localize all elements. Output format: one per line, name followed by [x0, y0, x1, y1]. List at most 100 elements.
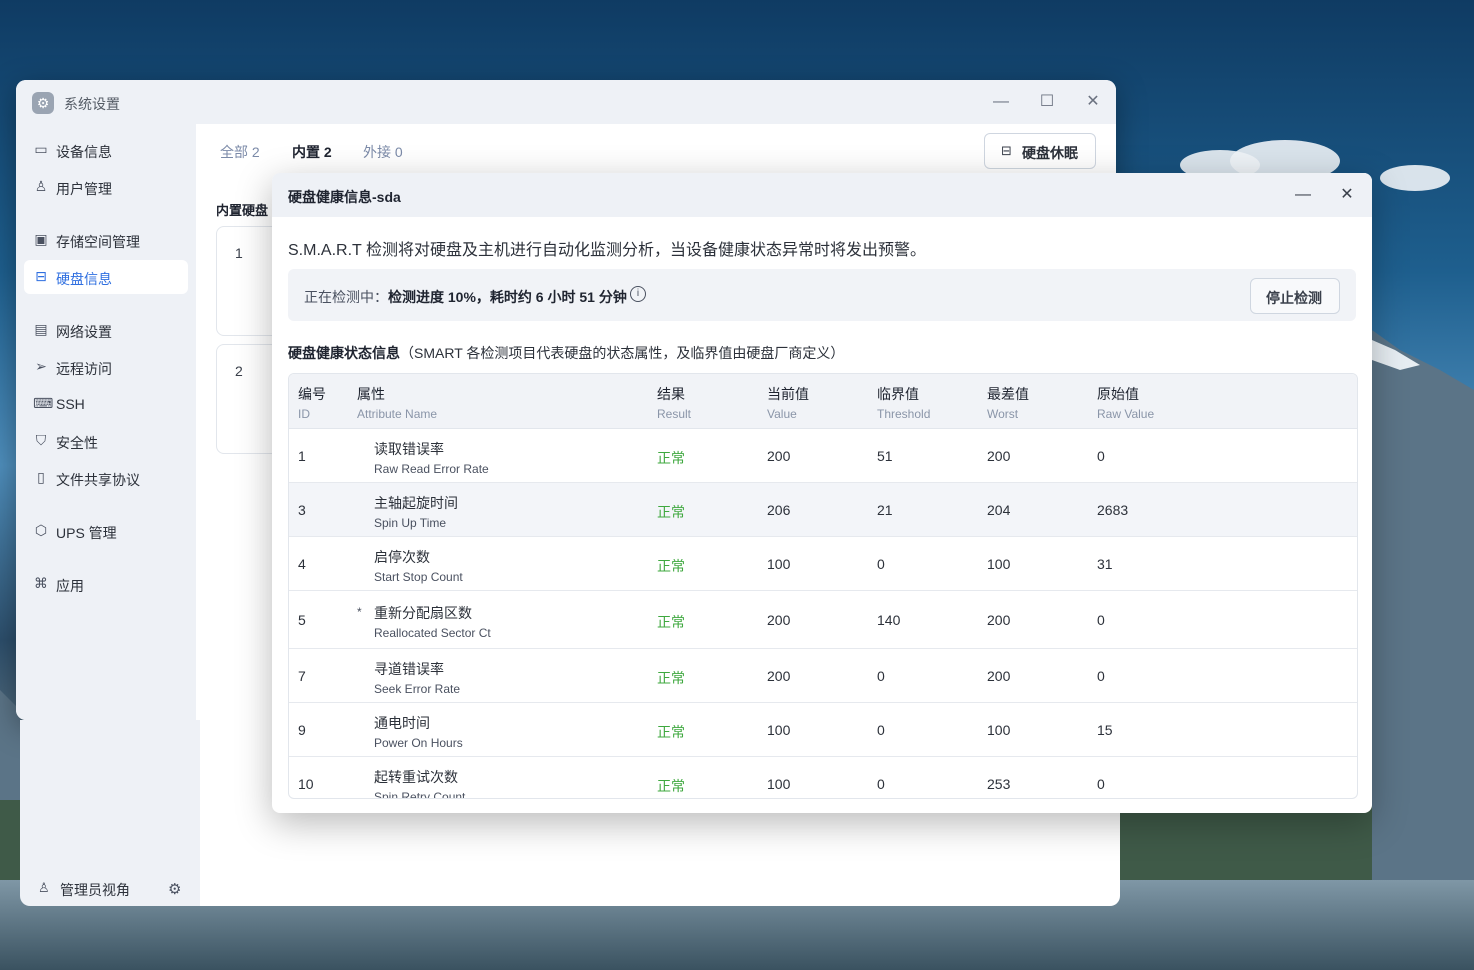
cell-result: 正常	[657, 778, 685, 794]
cell-threshold: 140	[877, 612, 901, 628]
sidebar-item-storage[interactable]: ▣ 存储空间管理	[24, 223, 188, 257]
sidebar-item-remote[interactable]: ➢ 远程访问	[24, 350, 188, 384]
dialog-titlebar: 硬盘健康信息-sda — ✕	[272, 173, 1372, 217]
cell-raw: 0	[1097, 776, 1105, 792]
cell-raw: 15	[1097, 722, 1113, 738]
window-title: 系统设置	[64, 96, 120, 112]
sidebar-item-label: 安全性	[56, 435, 98, 451]
tab-external[interactable]: 外接 0	[363, 142, 403, 162]
storage-icon: ▣	[34, 231, 48, 247]
tab-all[interactable]: 全部 2	[220, 142, 260, 162]
disk-icon: ⊟	[1001, 143, 1012, 158]
cell-value: 200	[767, 448, 791, 464]
cell-id: 5	[298, 612, 306, 628]
sidebar-item-network[interactable]: ▤ 网络设置	[24, 313, 188, 347]
table-row[interactable]: 10 起转重试次数 Spin Retry Count 正常 100 0 253 0	[289, 757, 1357, 799]
cell-attribute: 起转重试次数 Spin Retry Count	[374, 769, 466, 799]
cell-worst: 100	[987, 722, 1011, 738]
col-value: 当前值 Value	[767, 386, 809, 421]
close-button[interactable]: ✕	[1080, 90, 1106, 114]
disk-icon: ⊟	[35, 268, 47, 284]
disk-sleep-label: 硬盘休眠	[1022, 145, 1078, 161]
disk-card-number: 2	[235, 363, 243, 379]
col-attribute: 属性 Attribute Name	[357, 386, 438, 421]
cell-raw: 0	[1097, 612, 1105, 628]
cell-value: 100	[767, 556, 791, 572]
cell-id: 4	[298, 556, 306, 572]
sidebar-item-ups[interactable]: ⬡ UPS 管理	[24, 514, 188, 548]
col-worst: 最差值 Worst	[987, 386, 1029, 421]
apps-icon: ⌘	[34, 575, 48, 591]
minimize-button[interactable]: —	[988, 90, 1014, 114]
sidebar-item-label: 远程访问	[56, 361, 112, 377]
cell-threshold: 51	[877, 448, 893, 464]
cell-value: 100	[767, 776, 791, 792]
maximize-button[interactable]: ☐	[1034, 90, 1060, 114]
sidebar: ▭ 设备信息 ♙ 用户管理 ▣ 存储空间管理 ⊟ 硬盘信息 ▤ 网络设置 ➢ 远…	[16, 124, 196, 720]
dialog-minimize-button[interactable]: —	[1290, 183, 1316, 207]
health-section-title: 硬盘健康状态信息（SMART 各检测项目代表硬盘的状态属性，及临界值由硬盘厂商定…	[288, 343, 844, 363]
sidebar-item-label: SSH	[56, 396, 85, 412]
section-heading: 内置硬盘	[216, 203, 269, 218]
col-id: 编号 ID	[298, 386, 326, 421]
smart-description: S.M.A.R.T 检测将对硬盘及主机进行自动化监测分析，当设备健康状态异常时将…	[288, 242, 926, 259]
device-icon: ▭	[34, 141, 48, 157]
info-icon[interactable]: i	[630, 286, 646, 302]
stop-detect-label: 停止检测	[1266, 290, 1322, 306]
table-row[interactable]: 3 主轴起旋时间 Spin Up Time 正常 206 21 204 2683	[289, 483, 1357, 537]
cell-result: 正常	[657, 450, 685, 466]
dialog-title: 硬盘健康信息-sda	[288, 189, 401, 205]
progress-panel: 正在检测中： 检测进度 10%，耗时约 6 小时 51 分钟 i 停止检测	[288, 269, 1356, 321]
sidebar-item-disk[interactable]: ⊟ 硬盘信息	[24, 260, 188, 294]
disk-sleep-button[interactable]: ⊟ 硬盘休眠	[984, 133, 1096, 169]
table-row[interactable]: 1 读取错误率 Raw Read Error Rate 正常 200 51 200…	[289, 429, 1357, 483]
sidebar-item-label: 用户管理	[56, 181, 112, 197]
disk-health-dialog: 硬盘健康信息-sda — ✕ S.M.A.R.T 检测将对硬盘及主机进行自动化监…	[272, 173, 1372, 813]
cell-raw: 0	[1097, 448, 1105, 464]
progress-label: 正在检测中：	[304, 289, 388, 305]
cell-result: 正常	[657, 670, 685, 686]
cell-attribute: 读取错误率 Raw Read Error Rate	[374, 441, 489, 476]
gear-icon[interactable]: ⚙	[168, 880, 181, 898]
cell-worst: 204	[987, 502, 1011, 518]
cell-attribute: 重新分配扇区数 Reallocated Sector Ct	[374, 605, 491, 640]
sidebar-item-ssh[interactable]: ⌨ SSH	[24, 387, 188, 421]
table-row[interactable]: 4 启停次数 Start Stop Count 正常 100 0 100 31	[289, 537, 1357, 591]
disk-card-number: 1	[235, 245, 243, 261]
cell-value: 200	[767, 668, 791, 684]
cell-worst: 100	[987, 556, 1011, 572]
sidebar-item-security[interactable]: ⛉ 安全性	[24, 424, 188, 458]
tab-internal[interactable]: 内置 2	[292, 142, 332, 162]
settings-app-icon: ⚙	[32, 92, 54, 114]
cell-worst: 253	[987, 776, 1011, 792]
sidebar-item-file-sharing[interactable]: ▯ 文件共享协议	[24, 461, 188, 495]
sidebar-item-users[interactable]: ♙ 用户管理	[24, 170, 188, 204]
sidebar-item-label: 应用	[56, 578, 84, 594]
health-title-note: （SMART 各检测项目代表硬盘的状态属性，及临界值由硬盘厂商定义）	[400, 345, 845, 361]
sidebar-item-label: 硬盘信息	[56, 271, 112, 287]
sidebar-item-device[interactable]: ▭ 设备信息	[24, 133, 188, 167]
cell-worst: 200	[987, 668, 1011, 684]
col-result: 结果 Result	[657, 386, 692, 421]
network-icon: ▤	[34, 321, 48, 337]
cell-value: 200	[767, 612, 791, 628]
cell-threshold: 0	[877, 556, 885, 572]
health-title-bold: 硬盘健康状态信息	[288, 345, 400, 361]
table-row[interactable]: 9 通电时间 Power On Hours 正常 100 0 100 15	[289, 703, 1357, 757]
cell-result: 正常	[657, 614, 685, 630]
table-row[interactable]: 7 寻道错误率 Seek Error Rate 正常 200 0 200 0	[289, 649, 1357, 703]
cell-raw: 2683	[1097, 502, 1129, 518]
file-icon: ▯	[37, 469, 45, 485]
stop-detect-button[interactable]: 停止检测	[1250, 278, 1340, 314]
cell-threshold: 0	[877, 722, 885, 738]
cell-raw: 0	[1097, 668, 1105, 684]
cell-id: 10	[298, 776, 314, 792]
cell-worst: 200	[987, 612, 1011, 628]
send-icon: ➢	[35, 358, 47, 374]
table-row[interactable]: * 5 重新分配扇区数 Reallocated Sector Ct 正常 200 …	[289, 591, 1357, 649]
admin-view-label: 管理员视角	[60, 882, 130, 898]
dialog-close-button[interactable]: ✕	[1334, 183, 1360, 207]
sidebar-item-apps[interactable]: ⌘ 应用	[24, 567, 188, 601]
smart-table[interactable]: 编号 ID 属性 Attribute Name 结果 Result 当前值 Value …	[288, 373, 1358, 799]
cell-id: 3	[298, 502, 306, 518]
